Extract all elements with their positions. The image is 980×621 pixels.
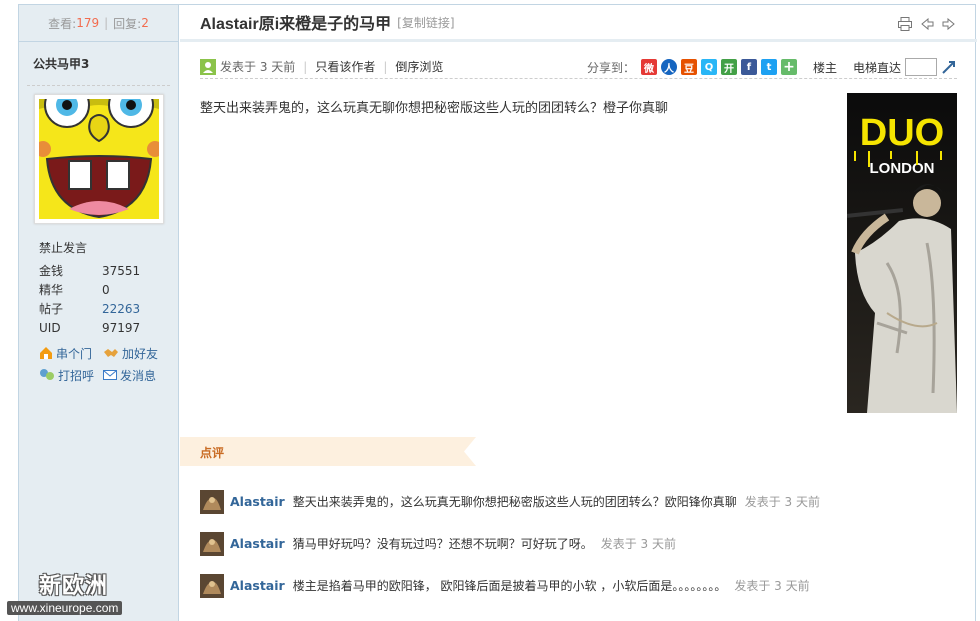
share-douban-icon[interactable]: 豆 bbox=[680, 59, 697, 75]
comment-text: 楼主是掐着马甲的欧阳锋， 欧阳锋后面是披着马甲的小软 ，小软后面是。。。。。。。… bbox=[292, 579, 727, 593]
comment-item: Alastair 楼主是掐着马甲的欧阳锋， 欧阳锋后面是披着马甲的小软 ，小软后面… bbox=[200, 574, 960, 616]
comment-item: Alastair 整天出来装弄鬼的，这么玩真无聊你想把秘密版这些人玩的团团转么？欧… bbox=[200, 490, 960, 532]
add-friend-button[interactable]: 加好友 bbox=[103, 345, 167, 361]
print-icon[interactable] bbox=[897, 16, 913, 32]
share-facebook-icon[interactable]: f bbox=[740, 59, 757, 75]
posts-count-link[interactable]: 22263 bbox=[102, 302, 140, 316]
comments-label: 点评 bbox=[200, 446, 225, 460]
comment-item: Alastair 猜马甲好玩吗？没有玩过吗？还想不玩啊？可好玩了呀。 发表于 3 天… bbox=[200, 532, 960, 574]
views-count: 179 bbox=[76, 16, 100, 30]
avatar[interactable] bbox=[34, 94, 164, 224]
commenter-avatar[interactable] bbox=[200, 574, 224, 598]
commenter-avatar[interactable] bbox=[200, 532, 224, 556]
watermark-logo: 新欧洲 bbox=[39, 574, 109, 599]
share-qzone-icon[interactable]: Q bbox=[700, 59, 717, 75]
profile-row-money: 金钱 37551 bbox=[39, 263, 141, 279]
share-renren-icon[interactable]: 人 bbox=[660, 59, 677, 75]
share-more-icon[interactable]: + bbox=[780, 59, 797, 75]
author-name[interactable]: 公共马甲3 bbox=[27, 42, 170, 86]
message-button[interactable]: 发消息 bbox=[103, 367, 167, 383]
post-time: 发表于 3 天前 bbox=[200, 58, 295, 75]
visit-button[interactable]: 串个门 bbox=[39, 345, 103, 361]
handshake-icon bbox=[104, 349, 118, 357]
online-status-icon bbox=[200, 58, 216, 75]
author-actions: 串个门 加好友 打招呼 发消息 bbox=[39, 345, 179, 383]
advertisement-banner[interactable]: DUO LONDON bbox=[847, 93, 957, 413]
site-watermark: 新欧洲 www.xineurope.com bbox=[7, 568, 157, 615]
chat-icon bbox=[40, 369, 54, 380]
post-main: Alastair原i来橙是子的马甲 [复制链接] 发表于 3 天前 | 只看该作… bbox=[180, 5, 977, 621]
next-thread-icon[interactable] bbox=[941, 16, 957, 32]
ad-title-text: DUO bbox=[860, 112, 944, 154]
watermark-url: www.xineurope.com bbox=[7, 601, 123, 615]
profile-row-uid: UID 97197 bbox=[39, 320, 141, 335]
thread-container: 查看: 179 | 回复: 2 公共马甲3 禁止发言 金钱 37551 精华 0… bbox=[7, 4, 977, 621]
share-twitter-icon[interactable]: t bbox=[760, 59, 777, 75]
profile-row-posts: 帖子 22263 bbox=[39, 301, 141, 317]
spongebob-avatar-image bbox=[39, 99, 159, 219]
jump-label: 电梯直达 bbox=[852, 60, 901, 75]
thread-title-bar: Alastair原i来橙是子的马甲 [复制链接] bbox=[180, 5, 977, 42]
comments-header: 点评 bbox=[180, 437, 476, 466]
author-only-link[interactable]: 只看该作者 bbox=[315, 58, 375, 75]
previous-thread-icon[interactable] bbox=[919, 16, 935, 32]
floor-jump-input[interactable] bbox=[905, 58, 937, 76]
author-sidebar: 查看: 179 | 回复: 2 公共马甲3 禁止发言 金钱 37551 精华 0… bbox=[7, 5, 179, 621]
floor-label: 楼主 bbox=[812, 60, 837, 75]
reverse-order-link[interactable]: 倒序浏览 bbox=[395, 58, 443, 75]
share-weibo-icon[interactable]: 微 bbox=[640, 59, 657, 75]
profile-stats: 金钱 37551 精华 0 帖子 22263 UID 97197 bbox=[39, 261, 159, 337]
commenter-name[interactable]: Alastair bbox=[230, 578, 285, 593]
user-status: 禁止发言 bbox=[39, 241, 88, 255]
views-label: 查看: bbox=[48, 16, 77, 31]
share-label: 分享到： bbox=[586, 60, 635, 75]
duo-london-concert-poster: DUO LONDON bbox=[847, 93, 957, 413]
share-kaixin-icon[interactable]: 开 bbox=[720, 59, 737, 75]
replies-label: 回复: bbox=[113, 16, 142, 31]
home-icon bbox=[40, 347, 52, 359]
copy-link-button[interactable]: [复制链接] bbox=[397, 14, 454, 31]
jump-go-icon[interactable] bbox=[941, 59, 957, 75]
commenter-name[interactable]: Alastair bbox=[230, 536, 285, 551]
replies-count: 2 bbox=[141, 16, 149, 30]
thread-title: Alastair原i来橙是子的马甲 bbox=[200, 16, 392, 33]
commenter-avatar[interactable] bbox=[200, 490, 224, 514]
comment-time: 发表于 3 天前 bbox=[744, 495, 820, 509]
share-bar: 分享到： 微 人 豆 Q 开 f t + 楼主 电梯直达 bbox=[587, 55, 957, 79]
title-tools bbox=[897, 16, 957, 32]
post-content: 整天出来装弄鬼的，这么玩真无聊你想把秘密版这些人玩的团团转么？橙子你真聊 bbox=[200, 101, 669, 116]
comment-time: 发表于 3 天前 bbox=[734, 579, 810, 593]
commenter-name[interactable]: Alastair bbox=[230, 494, 285, 509]
comments-header-ribbon bbox=[180, 437, 476, 466]
thread-stats: 查看: 179 | 回复: 2 bbox=[19, 5, 178, 42]
greet-button[interactable]: 打招呼 bbox=[39, 367, 103, 383]
comment-list: Alastair 整天出来装弄鬼的，这么玩真无聊你想把秘密版这些人玩的团团转么？欧… bbox=[200, 490, 960, 616]
post-meta-bar: 发表于 3 天前 | 只看该作者 | 倒序浏览 分享到： 微 人 豆 Q 开 f… bbox=[200, 55, 957, 79]
ad-subtitle-text: LONDON bbox=[870, 160, 935, 177]
comment-time: 发表于 3 天前 bbox=[600, 537, 676, 551]
profile-row-digest: 精华 0 bbox=[39, 282, 110, 298]
envelope-icon bbox=[103, 370, 117, 380]
comment-text: 猜马甲好玩吗？没有玩过吗？还想不玩啊？可好玩了呀。 bbox=[292, 537, 593, 551]
comment-text: 整天出来装弄鬼的，这么玩真无聊你想把秘密版这些人玩的团团转么？欧阳锋你真聊 bbox=[292, 495, 737, 509]
